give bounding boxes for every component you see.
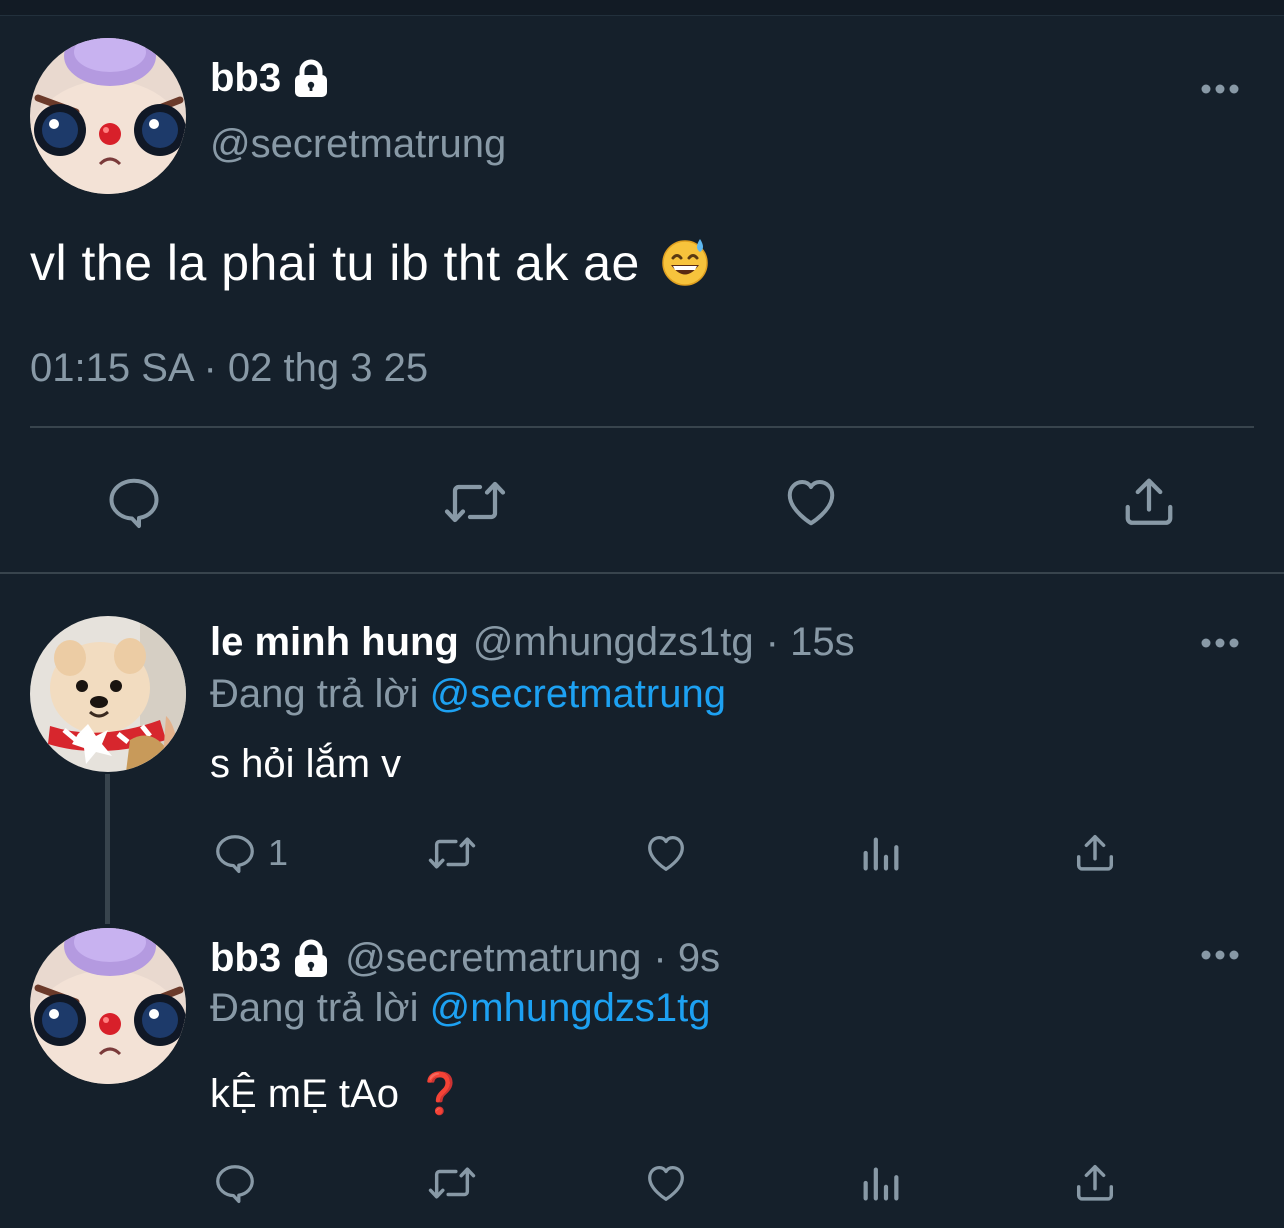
share-button[interactable] xyxy=(1072,1160,1118,1206)
like-button[interactable] xyxy=(780,472,842,532)
replying-to: Đang trả lời @mhungdzs1tg xyxy=(210,986,710,1031)
replying-prefix: Đang trả lời xyxy=(210,672,419,716)
dog-avatar-image xyxy=(30,616,186,772)
reply-icon xyxy=(109,478,159,528)
main-tweet: bb3 @secretmatrung vl the la phai tu ib … xyxy=(0,16,1284,574)
more-options-icon[interactable] xyxy=(1200,948,1240,962)
like-icon xyxy=(787,480,835,526)
lock-icon xyxy=(295,59,328,97)
display-name[interactable]: le minh hung xyxy=(210,620,459,665)
reply-time[interactable]: · 15s xyxy=(766,620,855,665)
retweet-icon xyxy=(428,837,476,869)
retweet-button[interactable] xyxy=(424,1160,480,1206)
user-handle[interactable]: @secretmatrung xyxy=(345,936,641,981)
share-icon xyxy=(1076,834,1114,871)
more-options-icon[interactable] xyxy=(1200,636,1240,650)
reply-button[interactable] xyxy=(212,1160,258,1206)
mention-link[interactable]: @secretmatrung xyxy=(430,672,726,716)
reply-header: le minh hung @mhungdzs1tg · 15s xyxy=(210,620,855,665)
analytics-icon xyxy=(863,1167,899,1201)
reply-text: kỆ mẸ tAo ❓ xyxy=(210,1070,465,1117)
like-icon xyxy=(648,836,684,871)
replying-prefix: Đang trả lời xyxy=(210,986,419,1030)
like-button[interactable] xyxy=(642,1160,690,1206)
lock-icon xyxy=(295,939,328,977)
reply-icon xyxy=(216,835,254,874)
reply-count: 1 xyxy=(268,832,289,873)
reply-time[interactable]: · 9s xyxy=(653,936,720,981)
reply-text-content: kỆ mẸ tAo xyxy=(210,1072,399,1116)
retweet-icon xyxy=(428,1167,476,1199)
tweet-text: vl the la phai tu ib tht ak ae xyxy=(30,234,710,292)
reply-icon xyxy=(216,1165,254,1204)
share-icon xyxy=(1076,1164,1114,1201)
like-button[interactable] xyxy=(642,830,690,876)
display-name[interactable]: bb3 xyxy=(210,56,331,101)
divider xyxy=(30,426,1254,428)
analytics-button[interactable] xyxy=(858,830,904,876)
share-icon xyxy=(1125,478,1173,525)
retweet-icon xyxy=(444,481,506,523)
red-question-mark: ❓ xyxy=(414,1072,465,1116)
replying-to: Đang trả lời @secretmatrung xyxy=(210,672,726,717)
toy-avatar-image xyxy=(30,38,186,194)
avatar[interactable] xyxy=(30,616,186,772)
analytics-icon xyxy=(863,837,899,871)
reply-button[interactable]: 1 xyxy=(212,830,288,876)
display-name[interactable]: bb3 xyxy=(210,936,281,981)
avatar[interactable] xyxy=(30,38,186,194)
reply-text: s hỏi lắm v xyxy=(210,742,402,786)
share-button[interactable] xyxy=(1118,472,1180,532)
share-button[interactable] xyxy=(1072,830,1118,876)
top-edge xyxy=(0,0,1284,16)
user-handle[interactable]: @secretmatrung xyxy=(210,122,506,167)
toy-avatar-image xyxy=(30,928,186,1084)
display-name-label: bb3 xyxy=(210,56,282,100)
user-handle[interactable]: @mhungdzs1tg xyxy=(473,620,754,665)
reply-button[interactable] xyxy=(104,472,164,532)
more-options-icon[interactable] xyxy=(1200,82,1240,96)
tweet-text-content: vl the la phai tu ib tht ak ae xyxy=(30,235,640,291)
grinning-face-with-sweat-icon xyxy=(662,239,708,286)
avatar[interactable] xyxy=(30,928,186,1084)
tweet-timestamp[interactable]: 01:15 SA · 02 thg 3 25 xyxy=(30,346,428,391)
thread-connector xyxy=(105,774,110,924)
mention-link[interactable]: @mhungdzs1tg xyxy=(430,986,711,1030)
like-icon xyxy=(648,1166,684,1201)
reply-header: bb3 @secretmatrung · 9s xyxy=(210,936,720,981)
retweet-button[interactable] xyxy=(442,472,508,532)
retweet-button[interactable] xyxy=(424,830,480,876)
analytics-button[interactable] xyxy=(858,1160,904,1206)
